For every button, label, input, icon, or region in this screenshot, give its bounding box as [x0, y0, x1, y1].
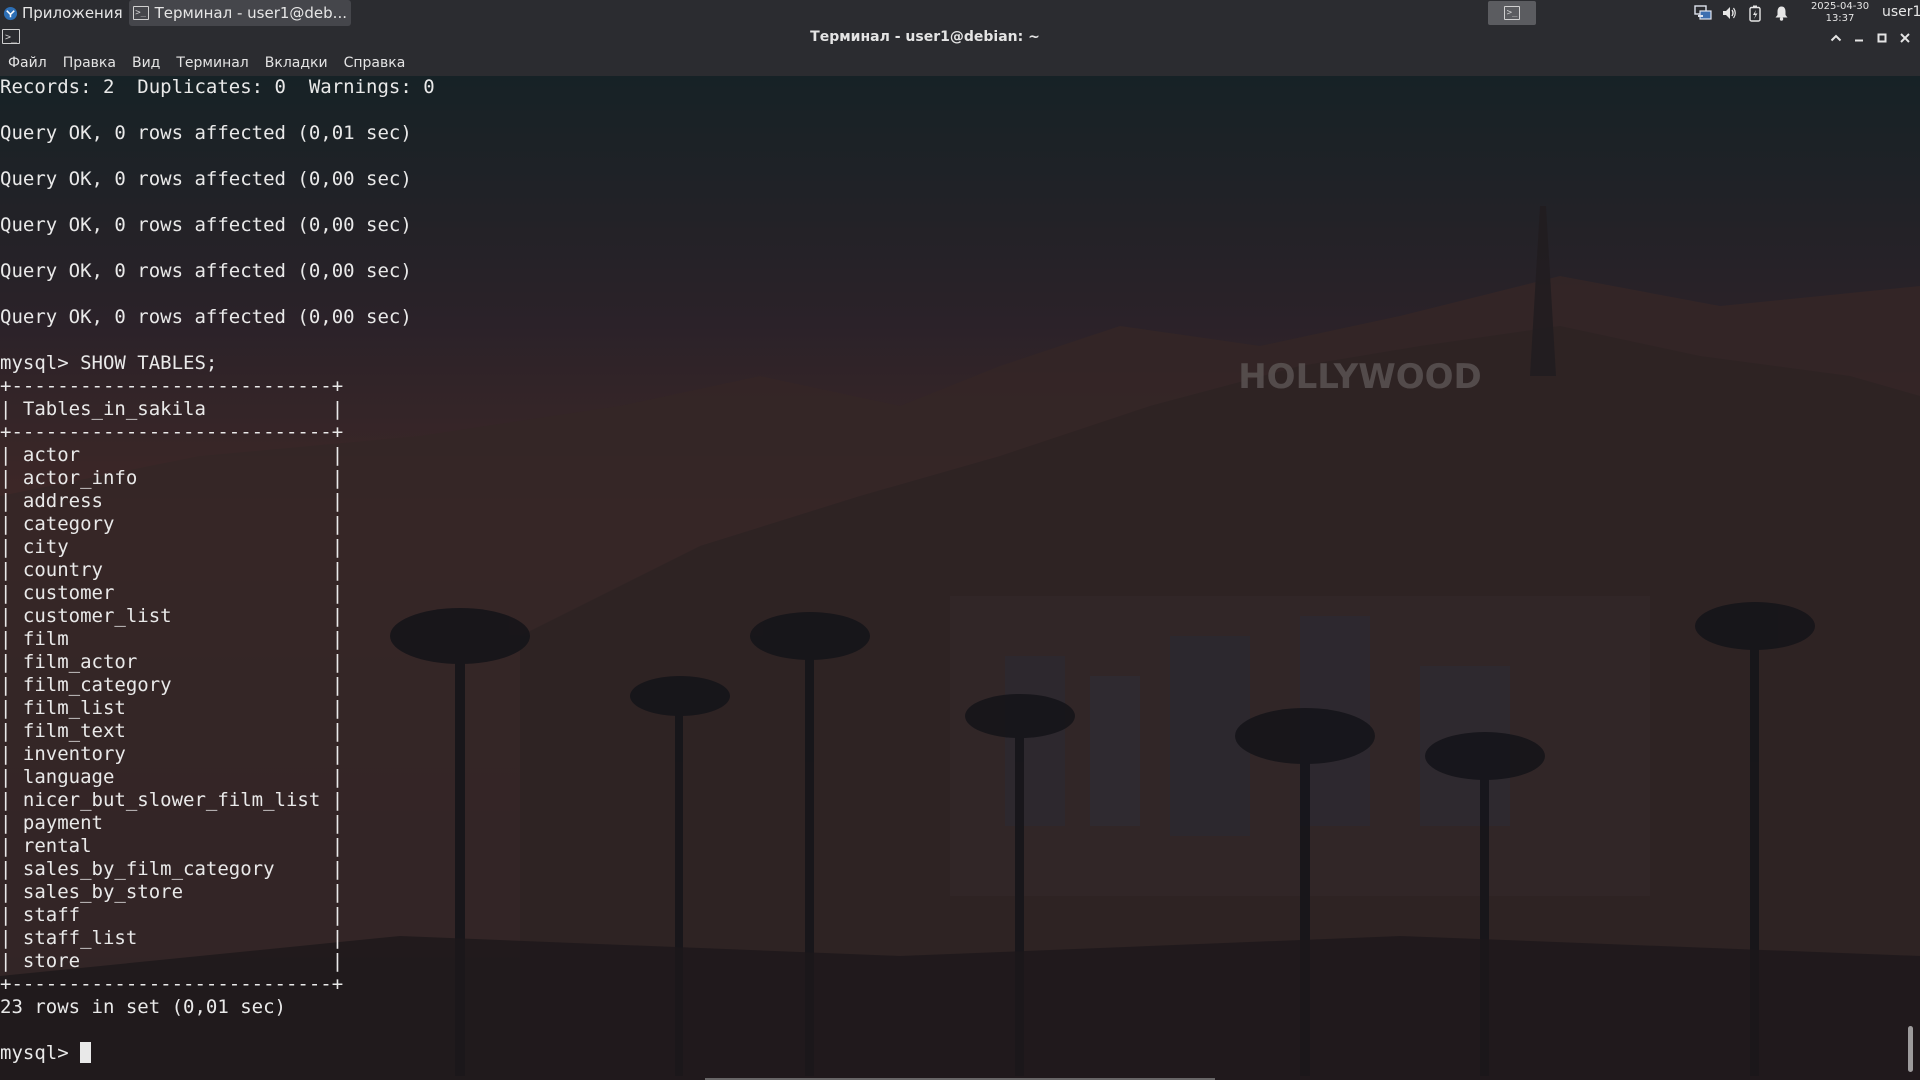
- terminal-line: Query OK, 0 rows affected (0,01 sec): [0, 122, 412, 144]
- maximize-button[interactable]: [1871, 28, 1893, 48]
- window-menubar: Файл Правка Вид Терминал Вкладки Справка: [0, 50, 1920, 76]
- table-row: | sales_by_film_category |: [0, 858, 344, 880]
- terminal-line: Query OK, 0 rows affected (0,00 sec): [0, 260, 412, 282]
- table-border: +----------------------------+: [0, 375, 344, 397]
- table-row: | actor |: [0, 444, 344, 466]
- system-tray: [1690, 0, 1794, 26]
- window-titlebar[interactable]: >_ Терминал - user1@debian: ~: [0, 26, 1920, 50]
- terminal-area[interactable]: HOLLYWOOD Records: 2 Duplicates: 0 Warni…: [0, 76, 1920, 1080]
- applications-menu-label: Приложения: [22, 4, 123, 22]
- table-row: | customer_list |: [0, 605, 344, 627]
- chevron-up-icon: [1830, 34, 1842, 42]
- table-row: | film_actor |: [0, 651, 344, 673]
- close-icon: [1900, 33, 1910, 43]
- table-header: | Tables_in_sakila |: [0, 398, 344, 420]
- table-row: | film_category |: [0, 674, 344, 696]
- menu-view[interactable]: Вид: [124, 55, 168, 71]
- panel-clock[interactable]: 2025-04-30 13:37: [1800, 1, 1880, 25]
- battery-icon[interactable]: [1745, 3, 1765, 23]
- volume-icon[interactable]: [1719, 3, 1739, 23]
- workspace-switcher: >_: [1488, 1, 1680, 25]
- table-row: | payment |: [0, 812, 344, 834]
- terminal-icon: >_: [1504, 6, 1520, 20]
- workspace-2[interactable]: [1536, 1, 1584, 25]
- table-row: | film_list |: [0, 697, 344, 719]
- table-row: | nicer_but_slower_film_list |: [0, 789, 344, 811]
- menu-terminal[interactable]: Терминал: [168, 55, 256, 71]
- workspace-4[interactable]: [1632, 1, 1680, 25]
- applications-menu-button[interactable]: Приложения: [0, 0, 127, 26]
- minimize-button[interactable]: [1848, 28, 1870, 48]
- result-summary: 23 rows in set (0,01 sec): [0, 996, 286, 1018]
- table-row: | staff_list |: [0, 927, 344, 949]
- table-row: | actor_info |: [0, 467, 344, 489]
- table-border: +----------------------------+: [0, 973, 344, 995]
- table-row: | film |: [0, 628, 344, 650]
- mysql-prompt: mysql>: [0, 1042, 81, 1064]
- window-title: Терминал - user1@debian: ~: [810, 29, 1040, 45]
- terminal-output: Records: 2 Duplicates: 0 Warnings: 0 Que…: [0, 76, 435, 1065]
- tables-result: +----------------------------+ | Tables_…: [0, 375, 343, 995]
- table-row: | sales_by_store |: [0, 881, 344, 903]
- table-row: | rental |: [0, 835, 344, 857]
- window-controls: [1824, 28, 1916, 48]
- table-row: | customer |: [0, 582, 344, 604]
- table-row: | inventory |: [0, 743, 344, 765]
- terminal-line: Query OK, 0 rows affected (0,00 sec): [0, 214, 412, 236]
- workspace-3[interactable]: [1584, 1, 1632, 25]
- taskbar-terminal-label: Терминал - user1@deb...: [154, 4, 347, 22]
- table-row: | category |: [0, 513, 344, 535]
- shade-button[interactable]: [1825, 28, 1847, 48]
- close-button[interactable]: [1894, 28, 1916, 48]
- maximize-icon: [1877, 33, 1887, 43]
- terminal-pre-output: Records: 2 Duplicates: 0 Warnings: 0 Que…: [0, 76, 435, 374]
- taskbar-terminal-button[interactable]: >_ Терминал - user1@deb...: [128, 0, 351, 26]
- table-row: | store |: [0, 950, 344, 972]
- menu-tabs[interactable]: Вкладки: [257, 55, 336, 71]
- terminal-line: Records: 2 Duplicates: 0 Warnings: 0: [0, 76, 435, 98]
- terminal-window: >_ Терминал - user1@debian: ~ Файл Правк…: [0, 26, 1920, 1080]
- table-row: | film_text |: [0, 720, 344, 742]
- terminal-line: mysql> SHOW TABLES;: [0, 352, 218, 374]
- workspace-1[interactable]: >_: [1488, 1, 1536, 25]
- vertical-scrollbar[interactable]: [1908, 1026, 1913, 1072]
- xfce-logo-icon: [3, 6, 18, 20]
- menu-help[interactable]: Справка: [336, 55, 414, 71]
- table-row: | city |: [0, 536, 344, 558]
- terminal-cursor: [80, 1042, 92, 1063]
- network-icon[interactable]: [1693, 3, 1713, 23]
- table-row: | country |: [0, 559, 344, 581]
- notification-icon[interactable]: [1771, 3, 1791, 23]
- clock-time: 13:37: [1825, 13, 1855, 24]
- terminal-icon: >_: [132, 6, 149, 20]
- minimize-icon: [1855, 39, 1863, 42]
- table-border: +----------------------------+: [0, 421, 344, 443]
- terminal-line: Query OK, 0 rows affected (0,00 sec): [0, 168, 412, 190]
- menu-file[interactable]: Файл: [0, 55, 55, 71]
- menu-edit[interactable]: Правка: [55, 55, 124, 71]
- terminal-line: Query OK, 0 rows affected (0,00 sec): [0, 306, 412, 328]
- top-panel: Приложения >_ Терминал - user1@deb... >_…: [0, 0, 1920, 26]
- table-row: | language |: [0, 766, 344, 788]
- user-menu[interactable]: user1: [1882, 4, 1920, 20]
- table-row: | address |: [0, 490, 344, 512]
- clock-date: 2025-04-30: [1810, 1, 1870, 12]
- table-row: | staff |: [0, 904, 344, 926]
